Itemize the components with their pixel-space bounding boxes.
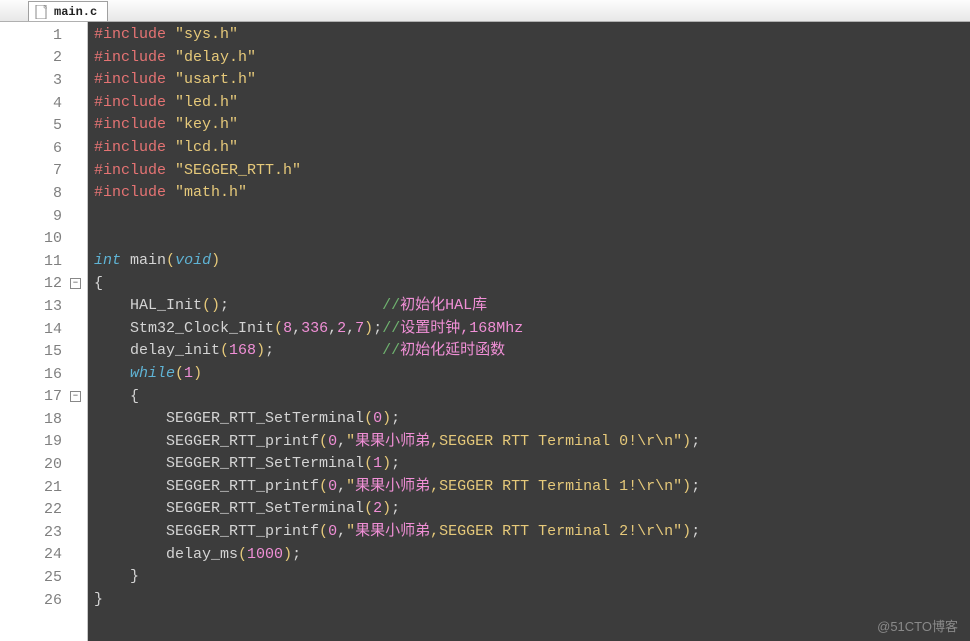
line-number: 19 (4, 433, 62, 450)
gutter-row: 13 (0, 295, 87, 318)
line-number: 18 (4, 411, 62, 428)
code-line: #include "lcd.h" (94, 137, 970, 160)
gutter-row: 16 (0, 363, 87, 386)
code-line: { (94, 273, 970, 296)
line-gutter: 123456789101112−1314151617−1819202122232… (0, 22, 88, 641)
gutter-row: 25 (0, 566, 87, 589)
line-number: 11 (4, 253, 62, 270)
code-line: SEGGER_RTT_printf(0,"果果小师弟,SEGGER RTT Te… (94, 431, 970, 454)
line-number: 17 (4, 388, 62, 405)
gutter-row: 20 (0, 453, 87, 476)
line-number: 8 (4, 185, 62, 202)
line-number: 23 (4, 524, 62, 541)
gutter-row: 4 (0, 92, 87, 115)
line-number: 22 (4, 501, 62, 518)
gutter-row: 6 (0, 137, 87, 160)
line-number: 20 (4, 456, 62, 473)
gutter-row: 11 (0, 250, 87, 273)
line-number: 10 (4, 230, 62, 247)
code-line (94, 205, 970, 228)
code-line: SEGGER_RTT_SetTerminal(1); (94, 453, 970, 476)
gutter-row: 23 (0, 521, 87, 544)
code-line: HAL_Init(); //初始化HAL库 (94, 295, 970, 318)
gutter-row: 19 (0, 431, 87, 454)
gutter-row: 7 (0, 160, 87, 183)
line-number: 21 (4, 479, 62, 496)
code-line: #include "key.h" (94, 114, 970, 137)
code-line: #include "SEGGER_RTT.h" (94, 160, 970, 183)
code-line: while(1) (94, 363, 970, 386)
line-number: 24 (4, 546, 62, 563)
code-editor: 123456789101112−1314151617−1819202122232… (0, 22, 970, 641)
gutter-row: 5 (0, 114, 87, 137)
gutter-row: 21 (0, 476, 87, 499)
code-line: delay_init(168); //初始化延时函数 (94, 340, 970, 363)
gutter-row: 1 (0, 24, 87, 47)
code-line: SEGGER_RTT_SetTerminal(2); (94, 498, 970, 521)
code-line: #include "led.h" (94, 92, 970, 115)
line-number: 7 (4, 162, 62, 179)
code-line: SEGGER_RTT_printf(0,"果果小师弟,SEGGER RTT Te… (94, 476, 970, 499)
line-number: 13 (4, 298, 62, 315)
code-line: SEGGER_RTT_printf(0,"果果小师弟,SEGGER RTT Te… (94, 521, 970, 544)
gutter-row: 22 (0, 498, 87, 521)
code-line: delay_ms(1000); (94, 544, 970, 567)
gutter-row: 12− (0, 273, 87, 296)
code-line: { (94, 386, 970, 409)
code-line (94, 227, 970, 250)
line-number: 2 (4, 49, 62, 66)
line-number: 16 (4, 366, 62, 383)
gutter-row: 9 (0, 205, 87, 228)
code-line: #include "sys.h" (94, 24, 970, 47)
code-line: int main(void) (94, 250, 970, 273)
gutter-row: 15 (0, 340, 87, 363)
file-c-icon (35, 5, 49, 19)
gutter-row: 8 (0, 182, 87, 205)
gutter-row: 2 (0, 47, 87, 70)
gutter-row: 14 (0, 318, 87, 341)
fold-toggle-icon[interactable]: − (70, 278, 81, 289)
code-line: } (94, 589, 970, 612)
tab-bar: main.c (0, 0, 970, 22)
gutter-row: 3 (0, 69, 87, 92)
gutter-row: 24 (0, 544, 87, 567)
code-line: Stm32_Clock_Init(8,336,2,7);//设置时钟,168Mh… (94, 318, 970, 341)
line-number: 3 (4, 72, 62, 89)
tab-label: main.c (54, 5, 97, 19)
line-number: 5 (4, 117, 62, 134)
fold-toggle-icon[interactable]: − (70, 391, 81, 402)
gutter-row: 18 (0, 408, 87, 431)
watermark: @51CTO博客 (877, 616, 958, 635)
code-line: #include "delay.h" (94, 47, 970, 70)
line-number: 6 (4, 140, 62, 157)
gutter-row: 17− (0, 386, 87, 409)
line-number: 25 (4, 569, 62, 586)
code-line: SEGGER_RTT_SetTerminal(0); (94, 408, 970, 431)
line-number: 14 (4, 321, 62, 338)
line-number: 4 (4, 95, 62, 112)
gutter-row: 26 (0, 589, 87, 612)
code-line: #include "usart.h" (94, 69, 970, 92)
tab-mainc[interactable]: main.c (28, 1, 108, 21)
code-area[interactable]: #include "sys.h"#include "delay.h"#inclu… (88, 22, 970, 641)
line-number: 15 (4, 343, 62, 360)
code-line: #include "math.h" (94, 182, 970, 205)
line-number: 9 (4, 208, 62, 225)
code-line: } (94, 566, 970, 589)
line-number: 1 (4, 27, 62, 44)
line-number: 26 (4, 592, 62, 609)
gutter-row: 10 (0, 227, 87, 250)
line-number: 12 (4, 275, 62, 292)
